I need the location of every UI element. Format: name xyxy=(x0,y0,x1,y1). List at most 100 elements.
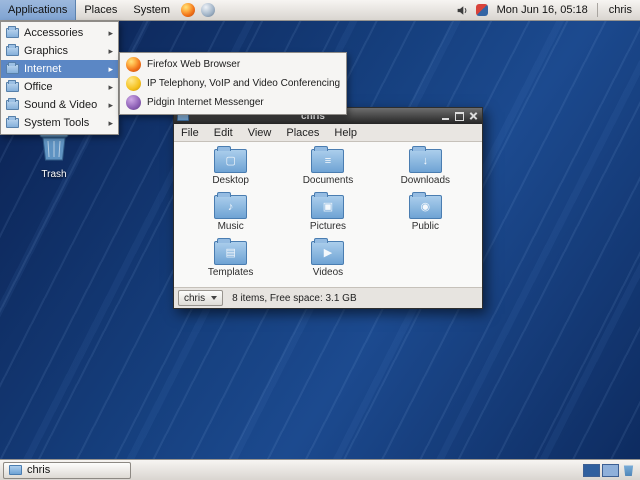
sound-video-category-icon xyxy=(6,98,19,110)
menu-item-sound-video[interactable]: Sound & Video xyxy=(1,96,118,114)
submenu-item-pidgin[interactable]: Pidgin Internet Messenger xyxy=(120,93,346,112)
internet-category-icon xyxy=(6,62,19,74)
applications-menu: Accessories Graphics Internet Office Sou… xyxy=(0,21,119,135)
window-list-folder-icon xyxy=(9,465,22,475)
folder-label: Pictures xyxy=(309,221,347,232)
folder-label: Downloads xyxy=(400,175,451,186)
taskbar-window-label: chris xyxy=(27,464,51,476)
folder-emblem: ▢ xyxy=(225,154,236,167)
folder-item-music[interactable]: ♪ Music xyxy=(186,192,276,232)
file-icon-view: ▢ Desktop ≡ Documents ↓ Downloads ♪ Musi… xyxy=(174,142,482,287)
menu-item-label: Sound & Video xyxy=(24,99,98,111)
folder-emblem: ▶ xyxy=(323,246,333,259)
submenu-arrow-icon xyxy=(108,46,113,57)
accessories-category-icon xyxy=(6,26,19,38)
folder-label: Documents xyxy=(302,175,354,186)
menu-item-graphics[interactable]: Graphics xyxy=(1,42,118,60)
templates-folder-icon: ▤ xyxy=(214,238,248,265)
folder-item-downloads[interactable]: ↓ Downloads xyxy=(380,146,470,186)
location-combo[interactable]: chris xyxy=(178,290,224,306)
workspace-2[interactable] xyxy=(602,463,619,477)
internet-submenu: Firefox Web Browser IP Telephony, VoIP a… xyxy=(119,52,347,115)
minimize-button[interactable] xyxy=(439,110,451,122)
submenu-item-label: Firefox Web Browser xyxy=(147,59,241,70)
folder-item-templates[interactable]: ▤ Templates xyxy=(186,238,276,278)
folder-label: Templates xyxy=(207,267,254,278)
submenu-arrow-icon xyxy=(108,100,113,111)
folder-item-public[interactable]: ◉ Public xyxy=(380,192,470,232)
menu-file[interactable]: File xyxy=(181,127,199,139)
menu-view[interactable]: View xyxy=(248,127,272,139)
trash-desktop-icon[interactable]: Trash xyxy=(28,128,80,180)
system-tools-category-icon xyxy=(6,116,19,128)
close-button[interactable] xyxy=(467,110,479,122)
menu-item-office[interactable]: Office xyxy=(1,78,118,96)
folder-emblem: ◉ xyxy=(420,200,431,213)
folder-emblem: ▣ xyxy=(322,200,334,213)
folder-label: Music xyxy=(217,221,244,232)
submenu-arrow-icon xyxy=(108,28,113,39)
file-manager-window: chris File Edit View Places Help ▢ Deskt… xyxy=(173,107,483,309)
menu-item-label: System Tools xyxy=(24,117,90,129)
submenu-arrow-icon xyxy=(108,118,113,129)
folder-label: Desktop xyxy=(212,175,249,186)
submenu-arrow-icon xyxy=(108,82,113,93)
status-text: 8 items, Free space: 3.1 GB xyxy=(232,292,357,304)
menu-item-label: Accessories xyxy=(24,27,84,39)
folder-emblem: ≡ xyxy=(324,154,332,167)
folder-item-desktop[interactable]: ▢ Desktop xyxy=(186,146,276,186)
applications-menu-button[interactable]: Applications xyxy=(0,0,77,20)
submenu-arrow-icon xyxy=(108,64,113,75)
user-switcher[interactable]: chris xyxy=(601,4,640,16)
menu-edit[interactable]: Edit xyxy=(214,127,233,139)
location-label: chris xyxy=(184,292,206,304)
documents-folder-icon: ≡ xyxy=(311,146,345,173)
public-folder-icon: ◉ xyxy=(408,192,442,219)
pictures-folder-icon: ▣ xyxy=(311,192,345,219)
folder-item-pictures[interactable]: ▣ Pictures xyxy=(283,192,373,232)
submenu-item-firefox[interactable]: Firefox Web Browser xyxy=(120,55,346,74)
places-menu-button[interactable]: Places xyxy=(76,0,125,20)
folder-emblem: ↓ xyxy=(422,154,429,167)
downloads-folder-icon: ↓ xyxy=(408,146,442,173)
voip-phone-icon xyxy=(126,76,141,91)
trash-applet-icon[interactable] xyxy=(623,465,634,476)
menu-item-accessories[interactable]: Accessories xyxy=(1,24,118,42)
bottom-panel: chris xyxy=(0,459,640,480)
graphics-category-icon xyxy=(6,44,19,56)
menu-item-label: Internet xyxy=(24,63,62,75)
maximize-button[interactable] xyxy=(453,110,465,122)
submenu-item-label: Pidgin Internet Messenger xyxy=(147,97,264,108)
clock[interactable]: Mon Jun 16, 05:18 xyxy=(491,4,594,16)
system-menu-button[interactable]: System xyxy=(125,0,178,20)
menu-places[interactable]: Places xyxy=(286,127,319,139)
folder-item-videos[interactable]: ▶ Videos xyxy=(283,238,373,278)
folder-label: Public xyxy=(411,221,439,232)
volume-icon[interactable] xyxy=(456,3,470,17)
app-launcher-icon[interactable] xyxy=(201,3,216,17)
folder-emblem: ♪ xyxy=(227,200,234,213)
firefox-launcher-icon[interactable] xyxy=(181,3,196,17)
workspace-switcher xyxy=(583,463,619,477)
submenu-item-label: IP Telephony, VoIP and Video Conferencin… xyxy=(147,78,341,89)
folder-emblem: ▤ xyxy=(225,246,236,259)
workspace-1[interactable] xyxy=(583,463,600,477)
window-statusbar: chris 8 items, Free space: 3.1 GB xyxy=(174,287,482,308)
folder-item-documents[interactable]: ≡ Documents xyxy=(283,146,373,186)
menu-item-internet[interactable]: Internet xyxy=(1,60,118,78)
menu-help[interactable]: Help xyxy=(334,127,357,139)
music-folder-icon: ♪ xyxy=(214,192,248,219)
chevron-down-icon xyxy=(211,296,218,300)
pidgin-icon xyxy=(126,95,141,110)
submenu-item-voip[interactable]: IP Telephony, VoIP and Video Conferencin… xyxy=(120,74,346,93)
window-menubar: File Edit View Places Help xyxy=(174,124,482,142)
office-category-icon xyxy=(6,80,19,92)
trash-label: Trash xyxy=(41,169,67,180)
menu-item-system-tools[interactable]: System Tools xyxy=(1,114,118,132)
videos-folder-icon: ▶ xyxy=(311,238,345,265)
top-panel: Applications Places System Mon Jun 16, 0… xyxy=(0,0,640,21)
panel-separator xyxy=(596,3,598,17)
taskbar-window-button[interactable]: chris xyxy=(3,461,131,479)
notification-icon[interactable] xyxy=(475,4,488,16)
desktop-folder-icon: ▢ xyxy=(214,146,248,173)
